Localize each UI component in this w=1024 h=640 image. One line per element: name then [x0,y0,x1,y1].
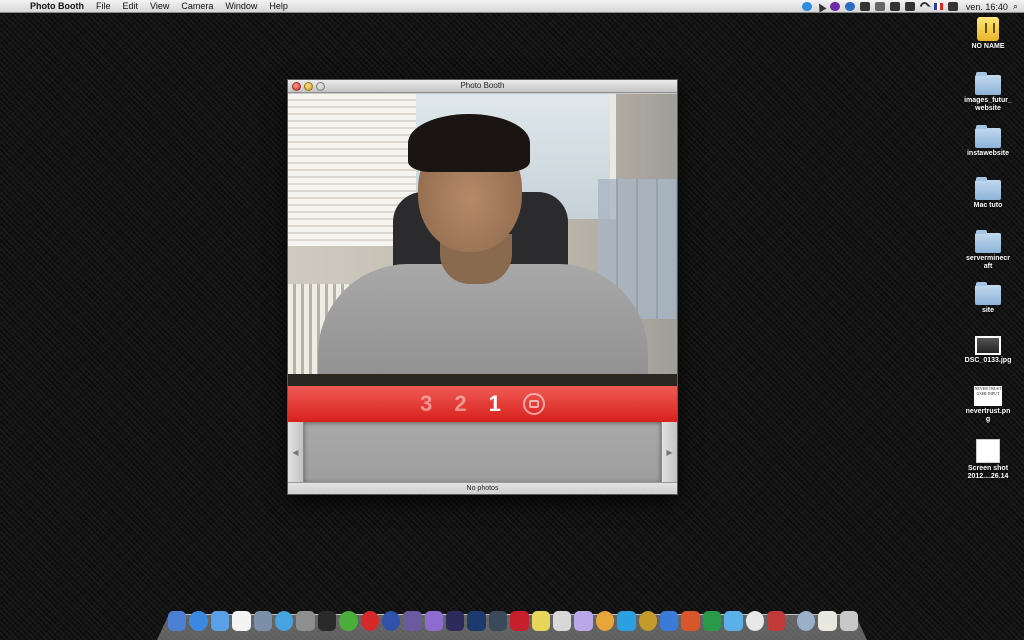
disk-icon[interactable] [874,2,885,11]
take-photo-camera-icon[interactable] [522,393,545,415]
windows-icon[interactable] [859,2,870,11]
itunes-icon[interactable] [274,611,294,631]
photoshop-icon[interactable] [467,611,486,631]
menu-camera[interactable]: Camera [175,1,219,11]
image-file-icon: NEVER TRUST USER INPUT [974,386,1002,406]
photo-strip: ◀ ▶ [288,422,677,482]
desktop-icon-no-name[interactable]: NO NAME [958,17,1018,51]
motion-icon[interactable] [424,611,444,631]
app-gold-icon[interactable] [638,611,657,631]
folder-icon [975,230,1001,253]
menu-view[interactable]: View [144,1,175,11]
menu-extras: ven. 16:40 ⌕ [801,0,1018,13]
countdown-2: 2 [454,391,467,416]
cinema-4d-icon[interactable] [381,611,401,631]
lightroom-icon[interactable] [488,611,508,631]
trash-icon[interactable] [839,611,859,631]
twitter-dock-icon[interactable] [617,611,636,631]
network-app-icon[interactable] [724,611,743,631]
countdown-3: 3 [420,391,433,416]
screenshot-file-icon [976,439,1000,463]
red-star-app-icon[interactable] [360,611,379,631]
script-app-icon[interactable] [553,611,572,631]
after-effects-icon[interactable] [446,611,465,631]
globe-app-icon[interactable] [745,611,764,631]
mail-icon[interactable] [210,611,230,631]
documents-stack-icon[interactable] [818,611,837,631]
scroll-right-arrow-icon[interactable]: ▶ [661,422,677,482]
word-icon[interactable] [659,611,679,631]
desktop-icon-screen-shot[interactable]: Screen shot 2012....26.14 [958,439,1018,481]
photo-strip-well[interactable] [304,422,661,482]
folder-icon [975,177,1001,200]
window-titlebar[interactable]: Photo Booth [288,80,677,93]
window-title: Photo Booth [460,81,505,90]
twitter-icon[interactable] [801,2,812,11]
system-preferences-icon[interactable] [296,611,315,631]
menu-edit[interactable]: Edit [117,1,145,11]
finder-icon[interactable] [168,611,187,631]
preview-icon[interactable] [253,611,272,631]
folder-icon [975,72,1001,95]
calendar-day-icon[interactable] [889,2,900,11]
camera-preview [288,94,677,386]
leaf-app-icon[interactable] [339,611,358,631]
countdown-1: 1 [488,391,501,416]
power-icon[interactable] [829,2,840,11]
menu-help[interactable]: Help [263,1,294,11]
folder-icon [975,282,1001,305]
applications-stack-icon[interactable] [796,611,816,631]
spotlight-search-icon[interactable]: ⌕ [1013,1,1018,12]
desktop-icon-site[interactable]: site [958,282,1018,315]
photo-booth-dock-icon[interactable] [766,611,786,631]
final-cut-icon[interactable] [403,611,422,631]
menu-file[interactable]: File [90,1,117,11]
desktop-icon-nevertrust[interactable]: NEVER TRUST USER INPUT nevertrust.pn g [958,386,1018,424]
desktop-icon-dsc-0133[interactable]: DSC_0133.jpg [958,336,1018,365]
menu-window[interactable]: Window [219,1,263,11]
dock [168,611,859,633]
menu-app-name[interactable]: Photo Booth [26,1,90,11]
photo-booth-window: Photo Booth 3 2 1 ◀ ▶ No photos [287,79,678,495]
desktop-icon-mac-tuto[interactable]: Mac tuto [958,177,1018,210]
desktop-icon-serverminecraft[interactable]: serverminecr aft [958,230,1018,271]
input-language-flag-icon[interactable] [933,3,943,10]
folder-icon [975,125,1001,148]
sync-icon[interactable] [844,2,855,11]
usb-drive-icon [977,17,999,41]
bold-b-app-icon[interactable] [510,611,529,631]
scroll-left-arrow-icon[interactable]: ◀ [288,422,304,482]
chrome-icon[interactable] [595,611,615,631]
calendar-icon[interactable] [232,611,251,631]
powerpoint-icon[interactable] [681,611,700,631]
stickies-icon[interactable] [531,611,551,631]
desktop-icon-instawebsite[interactable]: instawebsite [958,125,1018,158]
terminal-icon[interactable] [317,611,337,631]
dock-separator [788,611,794,631]
countdown-bar: 3 2 1 [288,386,677,422]
menu-clock[interactable]: ven. 16:40 [963,2,1008,12]
excel-icon[interactable] [702,611,722,631]
menu-bar: Photo Booth File Edit View Camera Window… [0,0,1024,13]
box-app-icon[interactable] [574,611,593,631]
cursor-icon[interactable] [815,1,827,12]
desktop-icon-images-futur-website[interactable]: images_futur_ website [958,72,1018,113]
image-file-icon [975,336,1001,355]
volume-icon[interactable] [947,2,958,11]
bluetooth-icon[interactable] [904,2,915,11]
wifi-icon[interactable] [918,0,931,13]
status-bar: No photos [288,482,677,494]
safari-icon[interactable] [189,611,208,631]
